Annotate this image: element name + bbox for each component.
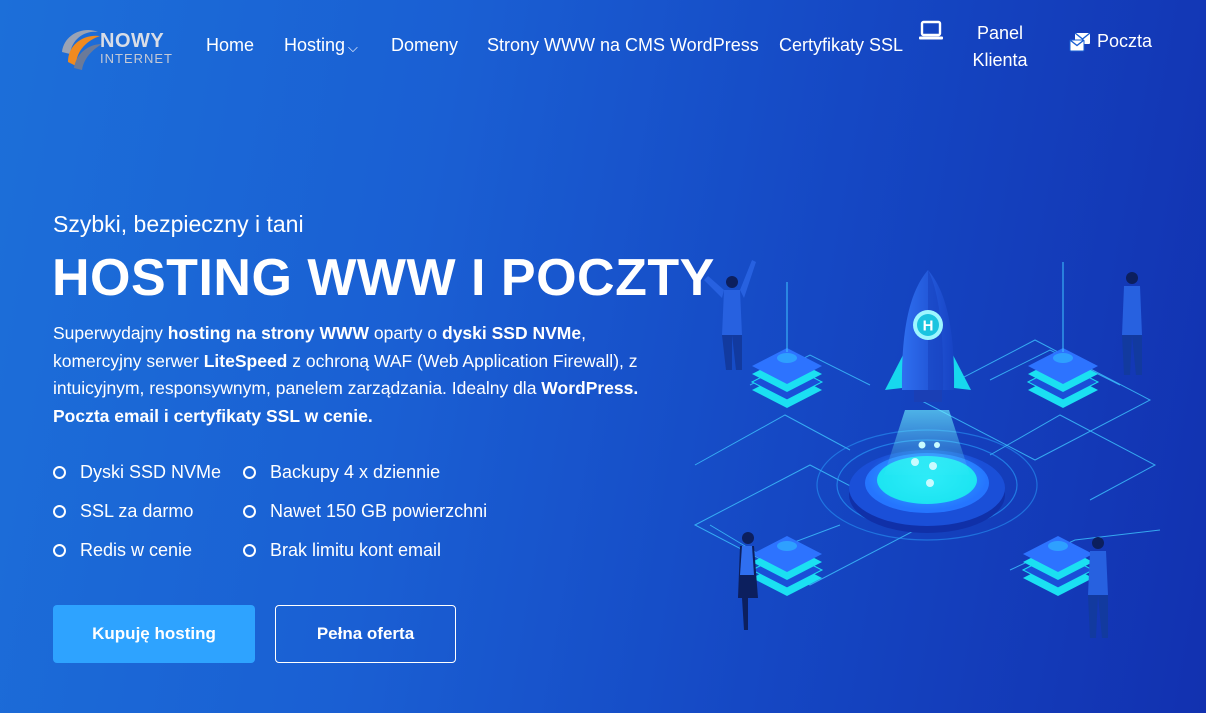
desc-text: Superwydajny	[53, 323, 168, 343]
desc-bold: WordPress.	[541, 378, 639, 398]
site-header: NOWY INTERNET Home Hosting ⌵ Domeny Stron…	[0, 0, 1206, 90]
person-icon	[704, 260, 756, 370]
desc-bold: hosting na strony WWW	[167, 323, 370, 343]
nav-home[interactable]: Home	[206, 35, 254, 56]
bullet-circle-icon	[243, 505, 256, 518]
laptop-icon	[919, 20, 943, 40]
hero-title: HOSTING WWW I POCZTY	[52, 249, 715, 307]
feature-item: Brak limitu kont email	[243, 540, 441, 561]
nav-strony-www[interactable]: Strony WWW na CMS WordPress	[487, 35, 759, 56]
feature-label: Redis w cenie	[80, 540, 193, 560]
full-offer-button[interactable]: Pełna oferta	[275, 605, 456, 663]
feature-item: Nawet 150 GB powierzchni	[243, 501, 487, 522]
mail-icon	[1069, 31, 1091, 51]
logo-text-line1: NOWY	[100, 30, 165, 52]
logo-text-line2: INTERNET	[100, 51, 173, 66]
rocket-badge: H	[923, 318, 934, 335]
desc-bold: LiteSpeed	[203, 350, 288, 371]
feature-item: SSL za darmo	[53, 501, 193, 522]
server-stack-icon	[1026, 262, 1100, 408]
feature-label: SSL za darmo	[80, 501, 194, 521]
panel-label-line2: Klienta	[972, 50, 1028, 70]
bullet-circle-icon	[53, 466, 66, 479]
desc-bold: dyski SSD NVMe	[442, 323, 582, 343]
server-stack-icon	[750, 282, 824, 408]
feature-label: Nawet 150 GB powierzchni	[270, 501, 488, 521]
buy-hosting-button[interactable]: Kupuję hosting	[53, 605, 255, 663]
panel-label-line1: Panel	[976, 23, 1024, 43]
feature-label: Brak limitu kont email	[270, 540, 442, 560]
rocket-icon: H	[885, 270, 971, 402]
person-icon	[1088, 537, 1108, 638]
logo[interactable]: NOWY INTERNET	[54, 22, 184, 74]
bullet-circle-icon	[243, 544, 256, 557]
feature-item: Redis w cenie	[53, 540, 192, 561]
nav-hosting[interactable]: Hosting ⌵	[284, 35, 358, 56]
poczta-label: Poczta	[1097, 31, 1153, 51]
nav-hosting-label: Hosting	[284, 35, 346, 55]
chevron-down-icon: ⌵	[348, 40, 358, 55]
bullet-circle-icon	[53, 544, 66, 557]
bullet-circle-icon	[53, 505, 66, 518]
nav-certyfikaty-ssl[interactable]: Certyfikaty SSL	[779, 35, 903, 56]
person-icon	[1122, 272, 1142, 375]
server-stack-icon	[750, 536, 824, 596]
logo-swirl-icon	[62, 30, 102, 70]
hero-illustration: H	[693, 260, 1161, 638]
feature-item: Dyski SSD NVMe	[53, 462, 221, 483]
feature-label: Backupy 4 x dziennie	[270, 462, 441, 482]
hero-description: Superwydajny hosting na strony WWW opart…	[53, 320, 673, 430]
desc-bold: Poczta email i certyfikaty SSL w cenie.	[53, 405, 373, 426]
person-icon	[738, 532, 758, 630]
bullet-circle-icon	[243, 466, 256, 479]
server-stack-icon	[1021, 536, 1095, 596]
nav-domeny[interactable]: Domeny	[391, 35, 458, 56]
hero-subtitle: Szybki, bezpieczny i tani	[53, 211, 304, 237]
poczta-link[interactable]: Poczta	[1069, 31, 1152, 52]
feature-item: Backupy 4 x dziennie	[243, 462, 440, 483]
feature-label: Dyski SSD NVMe	[80, 462, 222, 482]
desc-text: oparty o	[369, 323, 442, 343]
